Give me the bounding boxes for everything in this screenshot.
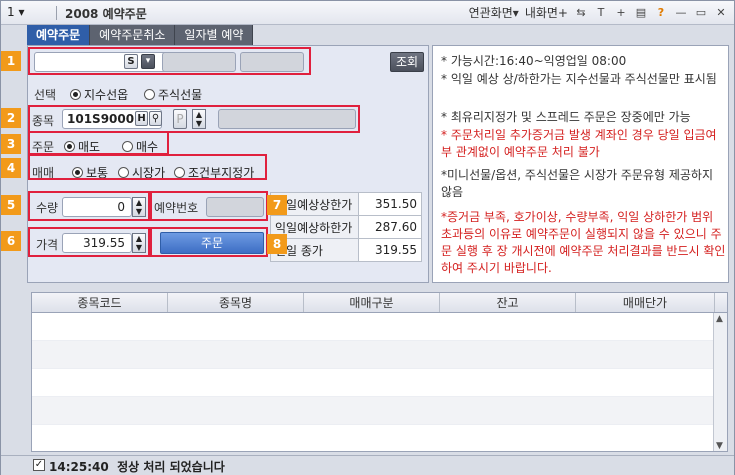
my-screen-menu[interactable]: 내화면+	[525, 4, 568, 21]
status-text: 정상 처리 되었습니다	[117, 460, 225, 474]
scroll-up-icon[interactable]: ▲	[716, 314, 723, 324]
vertical-scrollbar[interactable]: ▲ ▼	[713, 313, 727, 451]
table-row[interactable]	[32, 369, 727, 397]
status-time: 14:25:40	[49, 460, 109, 474]
highlight-item-row	[28, 105, 360, 133]
minimize-icon[interactable]: —	[674, 6, 688, 20]
highlight-account-row	[28, 47, 311, 75]
badge-6: 6	[1, 231, 21, 251]
notice-3: * 최유리지정가 및 스프레드 주문은 장중에만 가능	[441, 110, 691, 124]
badge-3: 3	[1, 134, 21, 154]
title-toolbar: 연관화면▾ 내화면+ ⇆ T + ▤ ? — ▭ ✕	[469, 4, 728, 21]
plus-icon[interactable]: +	[614, 6, 628, 20]
badge-5: 5	[1, 195, 21, 215]
table-row[interactable]	[32, 397, 727, 425]
title-separator	[56, 6, 57, 20]
text-size-icon[interactable]: T	[594, 6, 608, 20]
column-header[interactable]: 종목코드	[32, 293, 168, 312]
column-header[interactable]: 매매구분	[304, 293, 440, 312]
title-bar: 1 ▾ 2008 예약주문 연관화면▾ 내화면+ ⇆ T + ▤ ? — ▭ ✕	[1, 1, 734, 25]
notice-1: * 가능시간:16:40~익영업일 08:00	[441, 54, 627, 68]
radio-off-icon	[144, 89, 155, 100]
window-title: 2008 예약주문	[65, 7, 147, 21]
highlight-trade-row	[28, 154, 267, 180]
column-header[interactable]: 잔고	[440, 293, 576, 312]
notice-5: *미니선물/옵션, 주식선물은 시장가 주문유형 제공하지 않음	[441, 168, 713, 199]
badge-2: 2	[1, 108, 21, 128]
expected-price-table: 익일예상상한가 351.50 익일예상하한가 287.60 전일 종가 319.55	[270, 192, 422, 262]
radio-on-icon	[70, 89, 81, 100]
notice-2: * 익일 예상 상/하한가는 지수선물과 주식선물만 표시됨	[441, 72, 717, 86]
upper-limit-value: 351.50	[358, 192, 422, 216]
tab-bar: 예약주문 예약주문취소 일자별 예약	[27, 25, 254, 45]
query-button[interactable]: 조회	[390, 52, 424, 72]
tab-daily-reservation[interactable]: 일자별 예약	[175, 25, 254, 45]
table-row: 익일예상상한가 351.50	[270, 192, 422, 216]
table-row: 전일 종가 319.55	[270, 238, 422, 262]
grid-header: 종목코드 종목명 매매구분 잔고 매매단가	[32, 293, 727, 313]
highlight-reservation-number	[150, 191, 268, 221]
tab-reservation-order[interactable]: 예약주문	[27, 25, 91, 45]
help-icon[interactable]: ?	[654, 6, 668, 20]
status-bar: ✓ 14:25:40 정상 처리 되었습니다	[1, 455, 734, 475]
table-row[interactable]	[32, 425, 727, 451]
badge-4: 4	[1, 158, 21, 178]
close-icon[interactable]: ✕	[714, 6, 728, 20]
previous-close-value: 319.55	[358, 238, 422, 262]
highlight-order-button	[150, 227, 268, 257]
radio-stock-futures[interactable]: 주식선물	[144, 86, 202, 103]
lower-limit-value: 287.60	[358, 215, 422, 239]
notice-4: * 주문처리일 추가증거금 발생 계좌인 경우 당일 입금여부 관계없이 예약주…	[441, 128, 717, 159]
link-icon[interactable]: ⇆	[574, 6, 588, 20]
print-icon[interactable]: ▤	[634, 6, 648, 20]
notice-6: *증거금 부족, 호가이상, 수량부족, 익일 상하한가 범위 초과등의 이유로…	[441, 210, 726, 275]
table-row[interactable]	[32, 313, 727, 341]
table-row[interactable]	[32, 341, 727, 369]
tab-reservation-cancel[interactable]: 예약주문취소	[90, 25, 176, 45]
badge-8: 8	[267, 234, 287, 254]
selection-label: 선택	[34, 88, 57, 102]
radio-index-futures-options[interactable]: 지수선옵	[70, 86, 128, 103]
scroll-down-icon[interactable]: ▼	[716, 441, 723, 451]
highlight-order-row	[28, 131, 169, 155]
radio-label: 지수선옵	[84, 88, 129, 102]
highlight-price	[28, 227, 150, 257]
column-header[interactable]: 매매단가	[576, 293, 715, 312]
highlight-quantity	[28, 191, 150, 221]
reservation-order-window: 1 ▾ 2008 예약주문 연관화면▾ 내화면+ ⇆ T + ▤ ? — ▭ ✕…	[0, 0, 735, 475]
reservation-grid: 종목코드 종목명 매매구분 잔고 매매단가 ▲ ▼	[31, 292, 728, 452]
badge-7: 7	[267, 195, 287, 215]
screen-number-dropdown[interactable]: 1 ▾	[7, 5, 24, 19]
radio-label: 주식선물	[158, 88, 203, 102]
badge-1: 1	[1, 51, 21, 71]
status-message: 14:25:40 정상 처리 되었습니다	[49, 458, 225, 475]
maximize-icon[interactable]: ▭	[694, 6, 708, 20]
table-row: 익일예상하한가 287.60	[270, 215, 422, 239]
column-header[interactable]: 종목명	[168, 293, 304, 312]
status-check-icon[interactable]: ✓	[33, 459, 45, 471]
linked-screen-menu[interactable]: 연관화면▾	[469, 4, 519, 21]
